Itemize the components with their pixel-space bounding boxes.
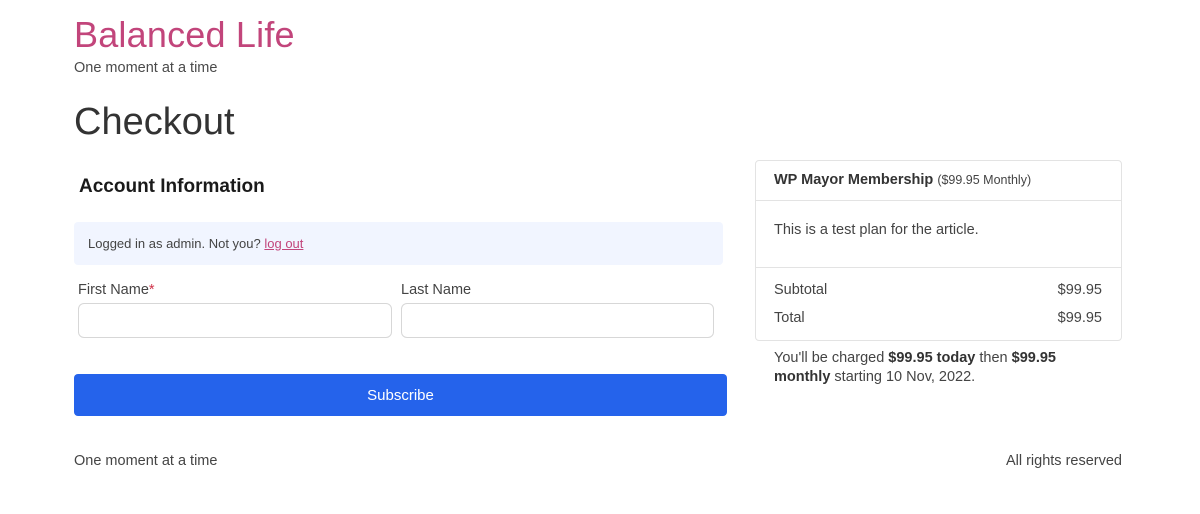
logged-in-text: Logged in as admin. Not you? <box>88 236 261 251</box>
order-summary: WP Mayor Membership ($99.95 Monthly) Thi… <box>755 160 1122 341</box>
subtotal-row: Subtotal $99.95 <box>756 282 1121 298</box>
subtotal-label: Subtotal <box>774 282 828 298</box>
last-name-input[interactable] <box>401 303 714 338</box>
plan-header: WP Mayor Membership ($99.95 Monthly) <box>756 161 1121 201</box>
subtotal-value: $99.95 <box>1057 282 1102 298</box>
first-name-label: First Name* <box>78 282 155 298</box>
plan-description: This is a test plan for the article. <box>756 201 1121 268</box>
site-title-link[interactable]: Balanced Life <box>74 14 295 56</box>
charge-note: You'll be charged $99.95 today then $99.… <box>774 350 1056 385</box>
footer-copyright: All rights reserved <box>1005 453 1122 469</box>
site-tagline: One moment at a time <box>74 60 218 76</box>
required-mark: * <box>148 282 155 298</box>
plan-price-note: ($99.95 Monthly) <box>937 173 1032 187</box>
logged-in-notice: Logged in as admin. Not you? log out <box>74 222 723 265</box>
first-name-group: First Name* <box>78 282 392 338</box>
first-name-input[interactable] <box>78 303 392 338</box>
charge-today: $99.95 today <box>888 350 976 366</box>
logout-link[interactable]: log out <box>264 236 303 251</box>
subscribe-button[interactable]: Subscribe <box>74 374 727 416</box>
total-label: Total <box>774 310 805 326</box>
account-section-title: Account Information <box>79 176 265 197</box>
last-name-group: Last Name <box>401 282 714 338</box>
total-row: Total $99.95 <box>756 310 1121 326</box>
plan-name: WP Mayor Membership <box>774 172 934 188</box>
total-value: $99.95 <box>1057 310 1102 326</box>
last-name-label: Last Name <box>401 282 472 298</box>
footer-tagline: One moment at a time <box>74 453 218 469</box>
page-title: Checkout <box>74 101 235 143</box>
